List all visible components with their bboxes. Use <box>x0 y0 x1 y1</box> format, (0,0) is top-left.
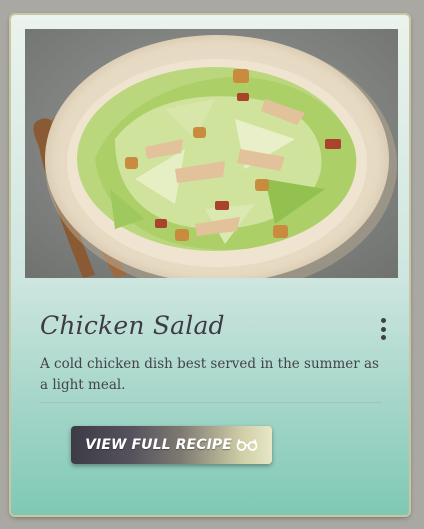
recipe-card: Chicken Salad A cold chicken dish best s… <box>11 15 409 515</box>
recipe-description: A cold chicken dish best served in the s… <box>40 356 379 393</box>
menu-dot <box>380 335 386 340</box>
glasses-icon <box>236 439 258 451</box>
view-full-recipe-button[interactable]: VIEW FULL RECIPE <box>71 426 272 464</box>
view-full-recipe-label: VIEW FULL RECIPE <box>85 437 232 453</box>
recipe-image <box>25 29 398 278</box>
chicken-salad-photo <box>25 29 398 278</box>
menu-dot <box>380 326 386 332</box>
more-options-menu-icon[interactable] <box>369 316 397 342</box>
recipe-title: Chicken Salad <box>40 311 225 340</box>
divider <box>40 402 382 403</box>
menu-dot <box>380 318 386 323</box>
